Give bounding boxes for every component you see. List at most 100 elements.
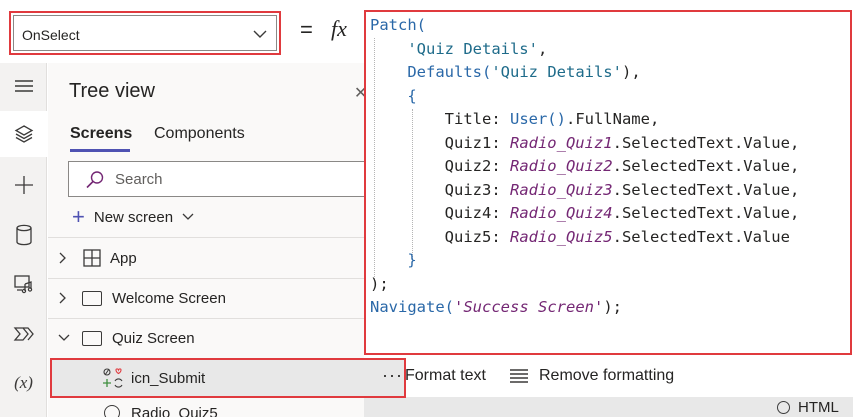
code-token: .SelectedText.Value, (612, 133, 800, 152)
plus-icon (14, 176, 33, 194)
plus-icon: + (72, 204, 85, 229)
remove-formatting-icon (510, 369, 528, 383)
code-token: , (537, 39, 548, 58)
data-button[interactable] (0, 212, 47, 258)
code-token: Patch( (370, 16, 426, 34)
search-input[interactable]: Search (68, 161, 364, 197)
chevron-right-icon (58, 252, 70, 264)
code-token: Radio_Quiz1 (509, 133, 613, 152)
code-line: Title: User().FullName, (370, 108, 799, 132)
property-dropdown[interactable]: OnSelect (9, 11, 281, 55)
code-line: } (370, 249, 799, 273)
chevron-down-icon (58, 334, 70, 342)
code-token: Radio_Quiz3 (509, 180, 613, 199)
code-token: Navigate( (370, 298, 454, 316)
tree-item-app[interactable]: App (48, 238, 364, 278)
screen-icon (82, 290, 102, 306)
tree-item-label: Welcome Screen (112, 289, 226, 307)
code-token: 'Quiz Details' (491, 63, 622, 81)
code-token: Title: (370, 110, 510, 128)
layers-icon (14, 125, 33, 143)
new-screen-button[interactable]: + New screen (72, 204, 195, 229)
code-token: .SelectedText.Value, (612, 204, 800, 222)
code-token: Quiz4: (370, 204, 510, 222)
left-rail: (x) (0, 63, 47, 417)
html-label: HTML (798, 398, 839, 416)
more-options-icon[interactable]: ··· (382, 365, 403, 386)
variables-icon: (x) (14, 373, 33, 392)
new-screen-label: New screen (93, 208, 174, 226)
code-token: Quiz2: (370, 157, 510, 175)
tree-view-button[interactable] (0, 111, 47, 157)
screen-icon (82, 330, 102, 346)
chevron-down-icon (182, 213, 194, 220)
formula-toolbar: Format text Remove formatting (364, 357, 853, 397)
close-panel-icon[interactable]: ✕ (354, 83, 364, 103)
code-token: ); (370, 274, 389, 293)
tree-item-radio-quiz5[interactable]: Radio_Quiz5 (48, 400, 364, 417)
code-line: 'Quiz Details', (370, 38, 799, 62)
code-token: ); (603, 298, 622, 316)
code-token: Radio_Quiz4 (509, 204, 613, 222)
insert-button[interactable] (0, 162, 47, 208)
code-token: Quiz1: (370, 133, 510, 152)
tree-item-label: App (110, 249, 137, 267)
active-tab-indicator (70, 149, 130, 152)
code-token: { (407, 86, 417, 105)
tree-item-label: icn_Submit (131, 370, 206, 387)
tab-screens[interactable]: Screens (70, 125, 132, 143)
tab-components[interactable]: Components (154, 125, 245, 143)
remove-formatting-label: Remove formatting (539, 367, 675, 384)
tree-view-title: Tree view (69, 80, 155, 102)
code-token: Defaults( (407, 63, 492, 81)
code-line: Quiz3: Radio_Quiz3.SelectedText.Value, (370, 179, 800, 203)
tree-item-icn-submit[interactable]: icn_Submit ··· (50, 358, 406, 398)
property-dropdown-value: OnSelect (22, 27, 80, 43)
power-automate-button[interactable] (0, 311, 47, 357)
formula-editor[interactable]: Patch( 'Quiz Details', Defaults('Quiz De… (364, 10, 852, 355)
code-token: .SelectedText.Value (612, 227, 790, 246)
menu-icon (14, 80, 33, 92)
chevron-down-icon (253, 30, 267, 38)
media-icon (13, 275, 32, 294)
code-token: } (407, 251, 417, 269)
radio-circle-icon (777, 400, 790, 414)
app-grid-icon (83, 249, 101, 267)
media-button[interactable] (0, 261, 47, 307)
code-token: User() (509, 110, 566, 128)
tree-item-label: Quiz Screen (112, 329, 195, 347)
search-icon (86, 171, 104, 189)
code-token: 'Success Screen' (454, 298, 604, 316)
code-token: .SelectedText.Value, (612, 157, 800, 175)
tree-item-welcome-screen[interactable]: Welcome Screen (48, 278, 364, 318)
radio-control-icon (104, 405, 120, 417)
code-token: Radio_Quiz5 (509, 227, 613, 246)
code-line: Defaults('Quiz Details'), (370, 61, 799, 85)
power-automate-icon (13, 327, 34, 341)
icon-control-icon (103, 368, 123, 388)
variables-button[interactable]: (x) (0, 360, 47, 406)
search-placeholder: Search (115, 171, 163, 188)
code-line: Patch( (370, 14, 799, 38)
equals-sign: = (300, 17, 313, 42)
code-line: Quiz2: Radio_Quiz2.SelectedText.Value, (370, 155, 800, 179)
fx-icon[interactable]: fx (331, 16, 347, 42)
database-icon (15, 224, 32, 246)
code-line: Quiz4: Radio_Quiz4.SelectedText.Value, (370, 202, 800, 226)
code-line: Quiz5: Radio_Quiz5.SelectedText.Value (370, 226, 799, 250)
html-radio-option[interactable]: HTML (777, 397, 839, 417)
menu-button[interactable] (0, 63, 47, 109)
code-token: 'Quiz Details' (407, 39, 538, 58)
code-line: Navigate('Success Screen'); (370, 296, 799, 320)
code-token: Quiz5: (370, 227, 510, 246)
tree-item-quiz-screen[interactable]: Quiz Screen (48, 318, 364, 358)
code-line: Quiz1: Radio_Quiz1.SelectedText.Value, (370, 132, 800, 156)
formula-code: Patch( 'Quiz Details', Defaults('Quiz De… (370, 14, 799, 320)
code-token: ), (621, 63, 641, 81)
tree-item-label: Radio_Quiz5 (131, 405, 218, 417)
format-text-label: Format text (405, 367, 486, 384)
remove-formatting-button[interactable]: Remove formatting (509, 365, 674, 387)
